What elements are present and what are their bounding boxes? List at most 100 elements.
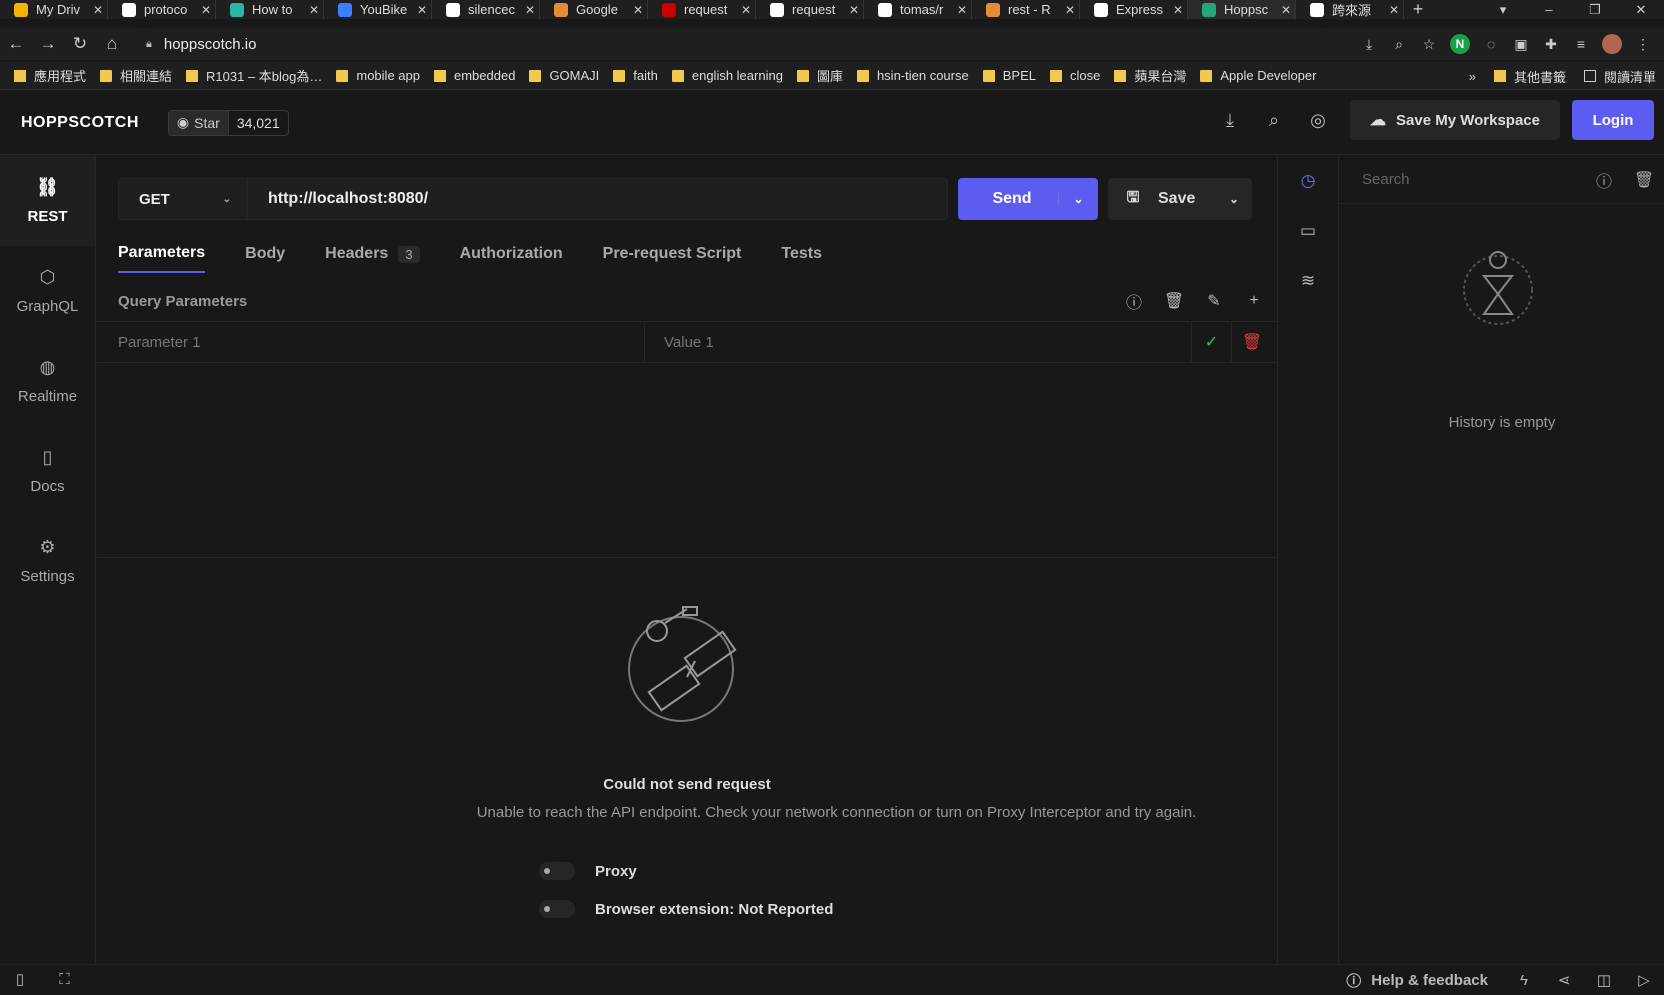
tab-search-icon[interactable]: ▾ xyxy=(1480,2,1526,18)
sidenav-item-docs[interactable]: ▯ Docs xyxy=(0,426,95,516)
reload-icon[interactable]: ↻ xyxy=(64,34,96,54)
save-workspace-button[interactable]: ☁ Save My Workspace xyxy=(1350,100,1560,140)
bookmark-item[interactable]: english learning xyxy=(671,68,783,83)
search-icon[interactable]: ⌕ xyxy=(1252,110,1296,131)
profile-avatar[interactable] xyxy=(1602,34,1622,54)
method-select[interactable]: GET ⌄ xyxy=(118,178,248,220)
bookmark-reading-list[interactable]: 閱讀清單 xyxy=(1583,67,1656,86)
share-icon[interactable]: ⋖ xyxy=(1544,971,1584,989)
tab-close-icon[interactable]: ✕ xyxy=(1169,3,1187,17)
tab-close-icon[interactable]: ✕ xyxy=(1385,3,1403,17)
browser-tab[interactable]: YouBike ✕ xyxy=(324,0,432,19)
tab-headers[interactable]: Headers 3 xyxy=(325,235,420,273)
browser-tab[interactable]: Google ✕ xyxy=(540,0,648,19)
extension-toggle[interactable] xyxy=(539,900,575,918)
browser-tab[interactable]: tomas/r ✕ xyxy=(864,0,972,19)
collections-folder-icon[interactable]: ▭ xyxy=(1278,206,1338,256)
proxy-toggle-row[interactable]: Proxy xyxy=(539,861,637,881)
browser-tab[interactable]: request ✕ xyxy=(756,0,864,19)
bookmark-item[interactable]: 蘋果台灣 xyxy=(1114,66,1186,85)
bookmark-item[interactable]: Apple Developer xyxy=(1200,68,1316,83)
bookmark-star-icon[interactable]: ☆ xyxy=(1414,36,1444,53)
fullscreen-icon[interactable]: ⛶ xyxy=(44,971,84,988)
browser-tab[interactable]: Hoppsc ✕ xyxy=(1188,0,1296,19)
browser-tab[interactable]: silencec ✕ xyxy=(432,0,540,19)
menu-kebab-icon[interactable]: ⋮ xyxy=(1628,36,1658,53)
history-search-input[interactable]: Search xyxy=(1362,171,1584,188)
install-icon[interactable]: ⤓ xyxy=(1354,36,1384,53)
bookmark-item[interactable]: 應用程式 xyxy=(14,66,86,85)
tab-close-icon[interactable]: ✕ xyxy=(521,3,539,17)
tab-close-icon[interactable]: ✕ xyxy=(305,3,323,17)
bookmark-item[interactable]: hsin-tien course xyxy=(856,68,969,83)
tab-close-icon[interactable]: ✕ xyxy=(413,3,431,17)
tab-close-icon[interactable]: ✕ xyxy=(629,3,647,17)
restore-icon[interactable]: ❐ xyxy=(1572,2,1618,18)
support-icon[interactable]: ◎ xyxy=(1296,110,1340,131)
bookmark-item[interactable]: embedded xyxy=(433,68,515,83)
minimize-icon[interactable]: – xyxy=(1526,2,1572,17)
bookmark-item[interactable]: 相關連結 xyxy=(100,66,172,85)
trash-icon[interactable]: 🗑︎ xyxy=(1154,291,1194,311)
forward-icon[interactable]: → xyxy=(32,34,64,54)
bookmarks-overflow-icon[interactable]: » xyxy=(1469,69,1476,84)
bookmark-item[interactable]: R1031 – 本blog為… xyxy=(186,66,322,85)
send-options-chevron-icon[interactable]: ⌄ xyxy=(1058,192,1098,206)
help-icon[interactable]: ⓘ xyxy=(1114,289,1154,313)
browser-tab[interactable]: Express ✕ xyxy=(1080,0,1188,19)
back-icon[interactable]: ← xyxy=(0,34,32,54)
tab-close-icon[interactable]: ✕ xyxy=(1061,3,1079,17)
extensions-puzzle-icon[interactable]: ✚ xyxy=(1536,36,1566,53)
param-delete-icon[interactable]: 🗑︎ xyxy=(1232,322,1272,362)
tab-tests[interactable]: Tests xyxy=(781,235,822,273)
browser-tab[interactable]: protoco ✕ xyxy=(108,0,216,19)
bookmark-item[interactable]: BPEL xyxy=(982,68,1036,83)
home-icon[interactable]: ⌂ xyxy=(96,34,128,54)
tab-close-icon[interactable]: ✕ xyxy=(953,3,971,17)
extension-n-icon[interactable]: N xyxy=(1450,34,1470,54)
history-clear-trash-icon[interactable]: 🗑︎ xyxy=(1624,170,1664,190)
zoom-icon[interactable]: ⌕ xyxy=(1384,36,1414,53)
new-tab-button[interactable]: + xyxy=(1404,0,1432,20)
browser-tab[interactable]: My Driv ✕ xyxy=(0,0,108,19)
tab-close-icon[interactable]: ✕ xyxy=(737,3,755,17)
browser-tab[interactable]: request ✕ xyxy=(648,0,756,19)
browser-tab[interactable]: How to ✕ xyxy=(216,0,324,19)
toggle-sidebar-icon[interactable]: ▯ xyxy=(0,970,40,988)
brand-logo[interactable]: HOPPSCOTCH xyxy=(21,114,139,132)
url-bar[interactable]: 🔒︎ hoppscotch.io xyxy=(134,30,1334,58)
bulk-edit-icon[interactable]: ✎ xyxy=(1194,291,1234,311)
layout-columns-icon[interactable]: ◫ xyxy=(1584,971,1624,989)
history-help-icon[interactable]: ⓘ xyxy=(1584,168,1624,192)
tab-close-icon[interactable]: ✕ xyxy=(197,3,215,17)
extension-circle-icon[interactable]: ◌ xyxy=(1476,36,1506,52)
environments-layers-icon[interactable]: ≋ xyxy=(1278,256,1338,306)
bookmark-item[interactable]: GOMAJI xyxy=(529,68,599,83)
bookmark-item[interactable]: close xyxy=(1049,68,1100,83)
reading-list-icon[interactable]: ≡ xyxy=(1566,36,1596,52)
tab-prerequest-script[interactable]: Pre-request Script xyxy=(603,235,742,273)
bookmark-item[interactable]: faith xyxy=(613,68,658,83)
sidenav-item-rest[interactable]: ⛓ REST xyxy=(0,156,95,246)
download-icon[interactable]: ⤓ xyxy=(1208,110,1252,131)
param-key-input[interactable]: Parameter 1 xyxy=(97,322,645,362)
sidenav-item-realtime[interactable]: ◍ Realtime xyxy=(0,336,95,426)
tab-close-icon[interactable]: ✕ xyxy=(89,3,107,17)
tab-close-icon[interactable]: ✕ xyxy=(1277,3,1295,17)
extension-badge-icon[interactable]: ▣ xyxy=(1506,36,1536,53)
add-icon[interactable]: + xyxy=(1234,292,1274,310)
sidenav-item-settings[interactable]: ⚙ Settings xyxy=(0,516,95,606)
bookmark-item[interactable]: mobile app xyxy=(336,68,420,83)
tab-authorization[interactable]: Authorization xyxy=(460,235,563,273)
login-button[interactable]: Login xyxy=(1572,100,1654,140)
bookmark-item[interactable]: 圖庫 xyxy=(796,66,843,85)
sidenav-item-graphql[interactable]: ⬡ GraphQL xyxy=(0,246,95,336)
tab-body[interactable]: Body xyxy=(245,235,285,273)
param-enabled-check-icon[interactable]: ✓ xyxy=(1192,322,1232,362)
collapse-panel-icon[interactable]: ▷ xyxy=(1624,971,1664,989)
proxy-toggle[interactable] xyxy=(539,862,575,880)
save-options-chevron-icon[interactable]: ⌄ xyxy=(1216,192,1252,206)
help-feedback-button[interactable]: ⓘ Help & feedback xyxy=(1346,970,1488,991)
param-value-input[interactable]: Value 1 xyxy=(645,322,1192,362)
bookmark-other[interactable]: 其他書籤 xyxy=(1493,67,1566,86)
